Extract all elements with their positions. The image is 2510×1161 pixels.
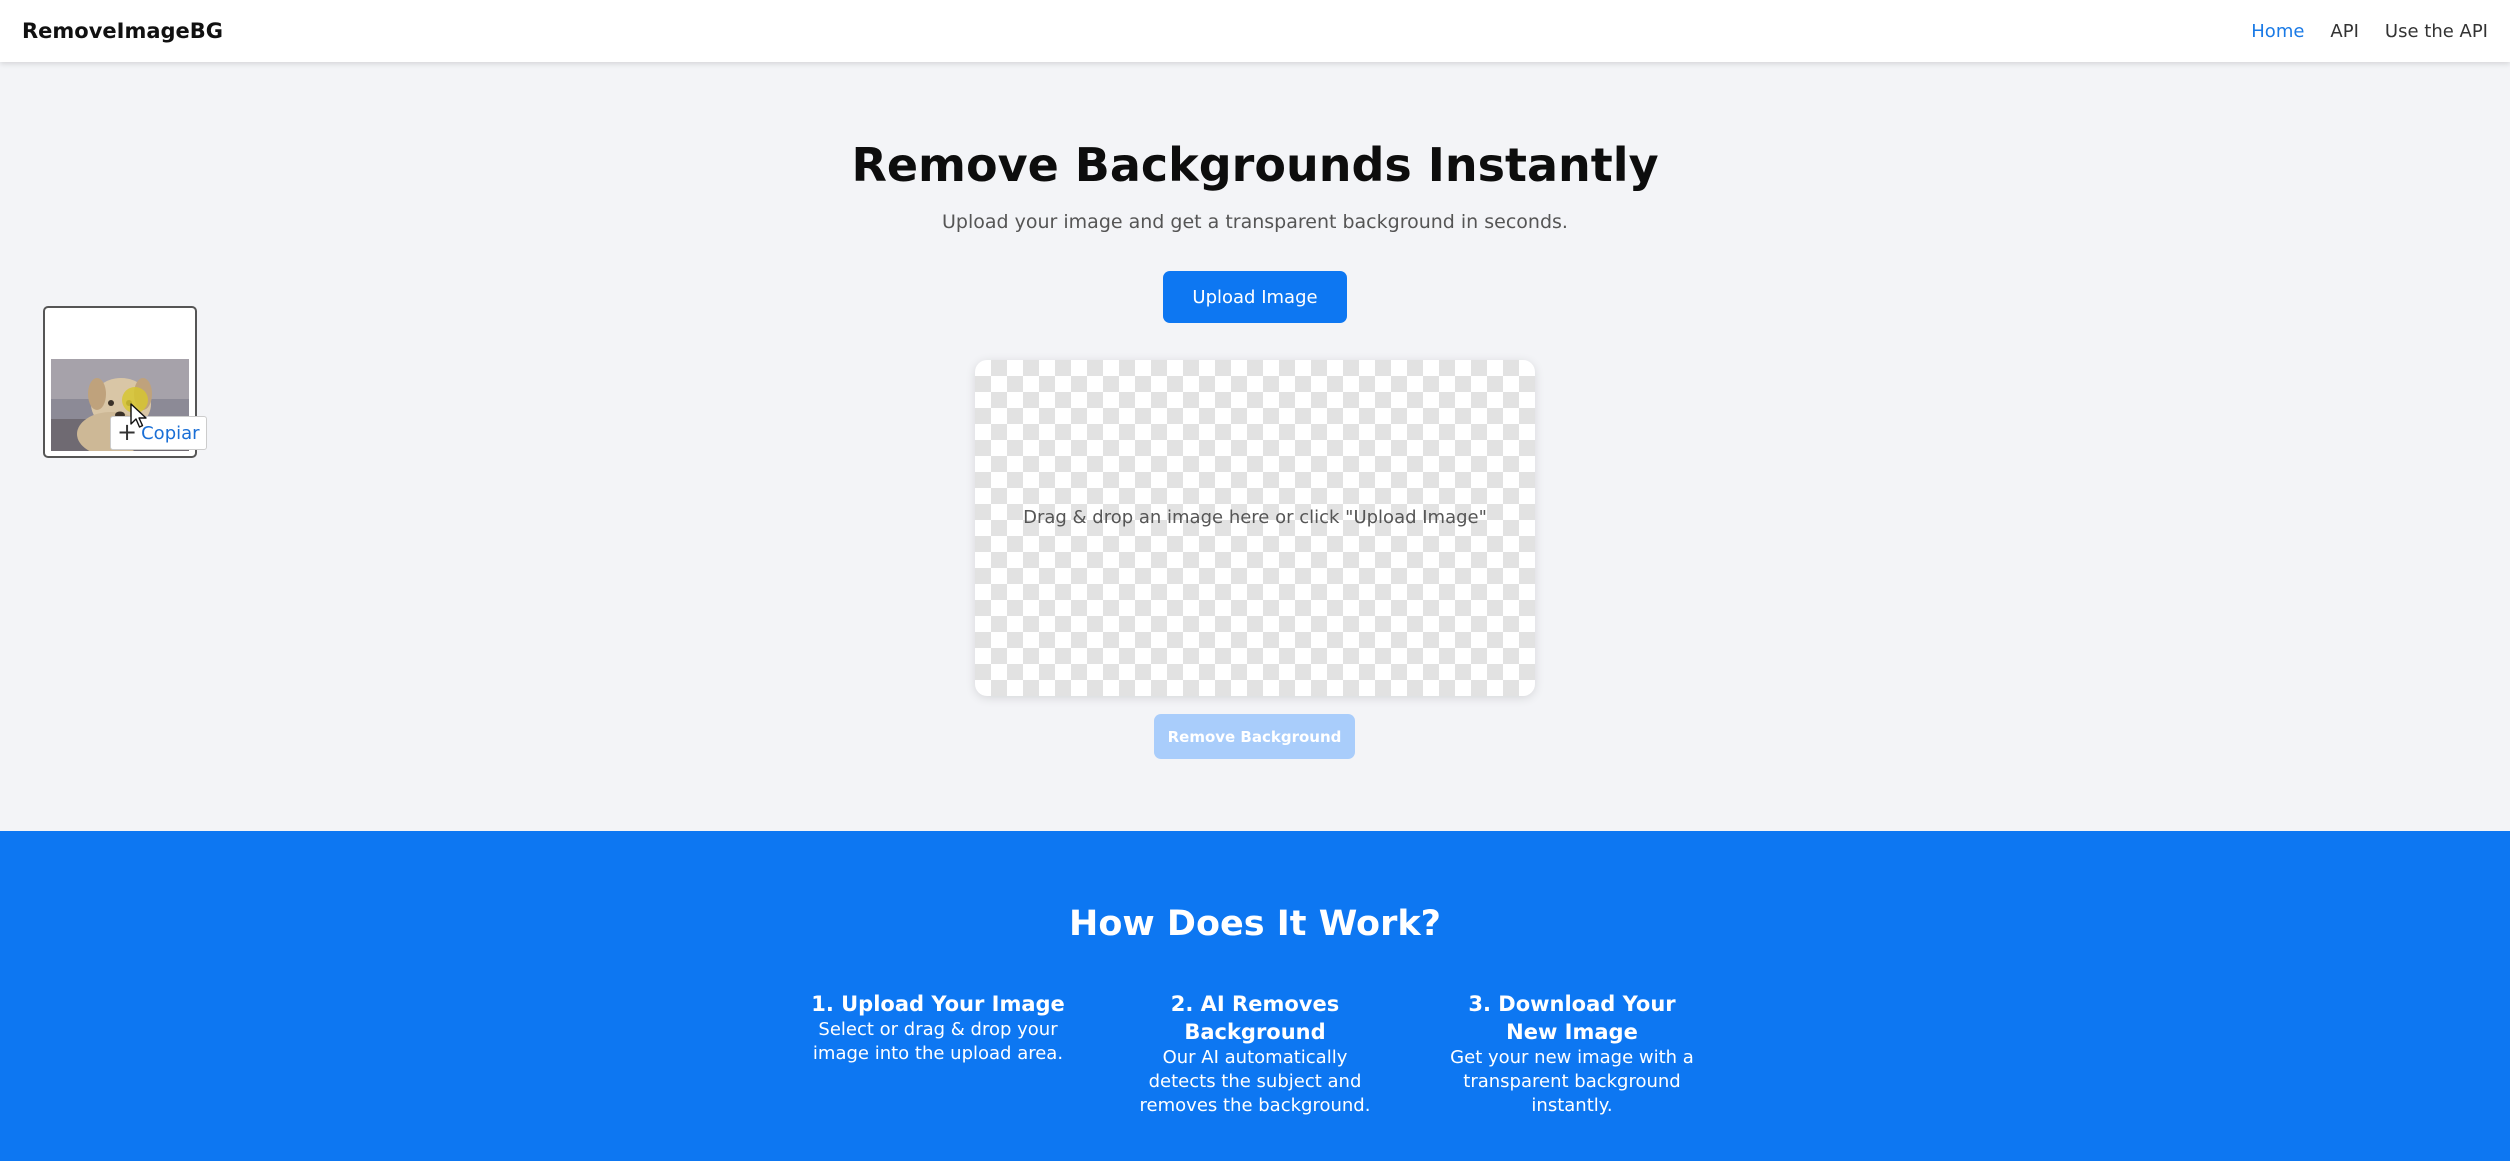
dropzone-text: Drag & drop an image here or click "Uplo… bbox=[1023, 506, 1487, 528]
step-title: 1. Upload Your Image bbox=[811, 992, 1065, 1016]
upload-image-button[interactable]: Upload Image bbox=[1163, 271, 1347, 323]
nav-link-home[interactable]: Home bbox=[2251, 21, 2304, 42]
step-title: 2. AI Removes Background bbox=[1170, 992, 1340, 1044]
step-ai-removes: 2. AI Removes Background Our AI automati… bbox=[1114, 990, 1396, 1118]
step-download: 3. Download Your New Image Get your new … bbox=[1431, 990, 1713, 1118]
step-title: 3. Download Your New Image bbox=[1468, 992, 1676, 1044]
copy-drag-tooltip: + Copiar bbox=[110, 416, 207, 450]
hero-subtitle: Upload your image and get a transparent … bbox=[942, 211, 1568, 233]
copy-tooltip-label: Copiar bbox=[141, 422, 200, 444]
remove-background-button[interactable]: Remove Background bbox=[1154, 714, 1355, 759]
step-upload: 1. Upload Your Image Select or drag & dr… bbox=[797, 990, 1079, 1066]
hero-title: Remove Backgrounds Instantly bbox=[851, 138, 1659, 192]
nav-link-use-the-api[interactable]: Use the API bbox=[2385, 21, 2488, 42]
image-dropzone[interactable]: Drag & drop an image here or click "Uplo… bbox=[975, 360, 1535, 696]
arrow-cursor-icon bbox=[130, 403, 147, 428]
how-it-works-title: How Does It Work? bbox=[1069, 904, 1441, 944]
step-description: Get your new image with a transparent ba… bbox=[1450, 1047, 1694, 1116]
navbar: RemoveImageBG Home API Use the API bbox=[0, 0, 2510, 62]
nav-link-api[interactable]: API bbox=[2330, 21, 2358, 42]
step-description: Select or drag & drop your image into th… bbox=[812, 1019, 1064, 1064]
how-it-works-section: How Does It Work? 1. Upload Your Image S… bbox=[0, 831, 2510, 1161]
step-description: Our AI automatically detects the subject… bbox=[1139, 1047, 1371, 1116]
brand-logo[interactable]: RemoveImageBG bbox=[22, 19, 223, 43]
nav-links: Home API Use the API bbox=[2251, 21, 2488, 42]
